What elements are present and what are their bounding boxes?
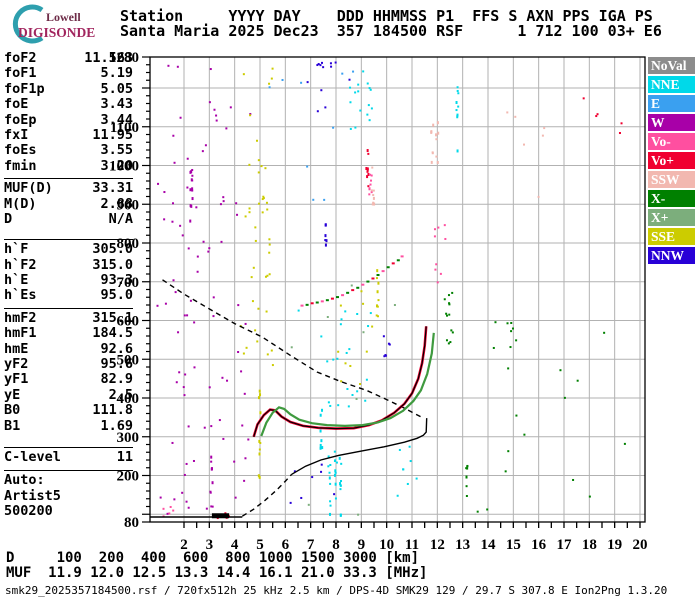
- file-info-line: smk29_2025357184500.rsf / 720fx512h 25 k…: [5, 584, 668, 597]
- legend-item-vo-: Vo-: [648, 133, 695, 150]
- ionogram-window: Lowell DIGISONDE Station YYYY DAY DDD HH…: [0, 0, 700, 600]
- svg-text:900: 900: [117, 197, 140, 213]
- svg-text:300: 300: [117, 430, 140, 446]
- legend-item-x+: X+: [648, 209, 695, 226]
- legend-item-noval: NoVal: [648, 57, 695, 74]
- d-scale-line: D 100 200 400 600 800 1000 1500 3000 [km…: [6, 550, 420, 566]
- legend-item-x-: X-: [648, 190, 695, 207]
- svg-text:80: 80: [124, 515, 139, 531]
- legend-item-nne: NNE: [648, 76, 695, 93]
- svg-text:19: 19: [607, 537, 622, 553]
- o-trace: [252, 326, 428, 438]
- svg-text:1100: 1100: [110, 120, 139, 136]
- svg-text:15: 15: [506, 537, 521, 553]
- o-trace-fit: [253, 326, 427, 437]
- true-height-profile-valley: [241, 473, 293, 517]
- svg-text:600: 600: [117, 314, 140, 330]
- legend-item-ssw: SSW: [648, 171, 695, 188]
- legend-item-sse: SSE: [648, 228, 695, 245]
- echo-status-legend: NoVal NNE E W Vo- Vo+ SSW X- X+ SSE NNW: [648, 57, 696, 266]
- legend-item-vo+: Vo+: [648, 152, 695, 169]
- svg-text:1280: 1280: [109, 50, 139, 66]
- svg-text:12: 12: [430, 537, 445, 553]
- svg-text:700: 700: [117, 275, 140, 291]
- svg-text:500: 500: [117, 352, 140, 368]
- svg-text:800: 800: [117, 236, 140, 252]
- svg-text:200: 200: [117, 469, 140, 485]
- svg-text:400: 400: [117, 391, 140, 407]
- svg-text:20: 20: [632, 537, 647, 553]
- svg-text:16: 16: [531, 537, 547, 553]
- svg-text:18: 18: [582, 537, 597, 553]
- ionogram-plot: 2 3 4 5 6 7 8 9 10 11 12 13 14 15 16 17 18 19 201280110010…: [109, 50, 647, 553]
- svg-text:13: 13: [455, 537, 470, 553]
- svg-text:1000: 1000: [109, 159, 139, 175]
- svg-text:17: 17: [556, 537, 572, 553]
- legend-item-e: E: [648, 95, 695, 112]
- muf-transmission-curve: [162, 279, 424, 419]
- svg-text:14: 14: [480, 537, 496, 553]
- legend-item-w: W: [648, 114, 695, 131]
- legend-item-nnw: NNW: [648, 247, 695, 264]
- muf-scale-line: MUF 11.9 12.0 12.5 13.3 14.4 16.1 21.0 3…: [6, 565, 428, 581]
